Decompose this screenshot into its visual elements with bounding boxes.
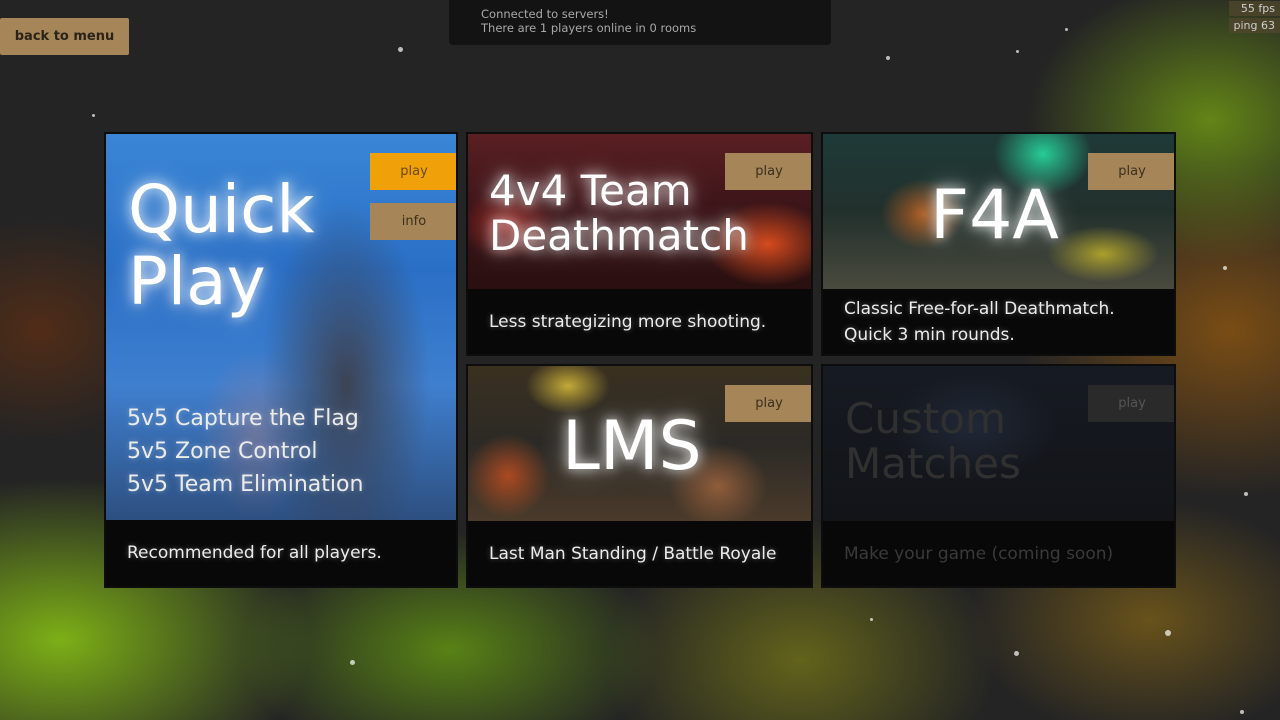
tdm-play-button[interactable]: play — [725, 153, 811, 190]
particle — [886, 56, 890, 60]
custom-title-line2: Matches — [845, 439, 1021, 488]
particle — [870, 618, 873, 621]
fps-counter: 55 fps — [1229, 1, 1280, 16]
quickplay-title-line2: Play — [128, 243, 266, 320]
particle — [1223, 266, 1227, 270]
f4a-description-line1: Classic Free-for-all Deathmatch. — [844, 299, 1115, 319]
custom-matches-title: Custom Matches — [845, 396, 1021, 486]
quickplay-title: Quick Play — [128, 174, 315, 318]
f4a-card[interactable]: F4A play Classic Free-for-all Deathmatch… — [821, 132, 1176, 356]
particle — [1014, 651, 1019, 656]
custom-matches-description: Make your game (coming soon) — [844, 544, 1114, 564]
players-online-status: There are 1 players online in 0 rooms — [481, 21, 697, 35]
particle — [350, 660, 355, 665]
particle — [92, 114, 95, 117]
custom-title-line1: Custom — [845, 394, 1006, 443]
lms-description: Last Man Standing / Battle Royale — [489, 544, 777, 564]
f4a-play-button[interactable]: play — [1088, 153, 1174, 190]
mode-list-item: 5v5 Team Elimination — [127, 472, 364, 497]
custom-matches-card: Custom Matches play Make your game (comi… — [821, 364, 1176, 588]
lms-card[interactable]: LMS play Last Man Standing / Battle Roya… — [466, 364, 813, 588]
particle — [1065, 28, 1068, 31]
quickplay-play-button[interactable]: play — [370, 153, 456, 190]
ping-counter: ping 63 — [1228, 18, 1280, 33]
server-status-panel: Connected to servers! There are 1 player… — [449, 0, 831, 45]
quickplay-description: Recommended for all players. — [127, 543, 382, 563]
back-to-menu-button[interactable]: back to menu — [0, 18, 129, 55]
mode-list-item: 5v5 Capture the Flag — [127, 406, 359, 431]
f4a-title: F4A — [930, 176, 1059, 255]
tdm-card[interactable]: 4v4 Team Deathmatch play Less strategizi… — [466, 132, 813, 356]
quickplay-info-button[interactable]: info — [370, 203, 456, 240]
particle — [1244, 492, 1248, 496]
quickplay-title-line1: Quick — [128, 171, 315, 248]
custom-matches-play-button: play — [1088, 385, 1174, 422]
tdm-title: 4v4 Team Deathmatch — [489, 168, 749, 258]
particle — [1240, 710, 1244, 714]
particle — [1016, 50, 1019, 53]
particle — [1165, 630, 1171, 636]
particle — [398, 47, 403, 52]
lms-title: LMS — [562, 407, 702, 486]
tdm-title-line2: Deathmatch — [489, 211, 749, 260]
lms-play-button[interactable]: play — [725, 385, 811, 422]
quickplay-card[interactable]: Quick Play play info 5v5 Capture the Fla… — [104, 132, 458, 588]
quickplay-mode-list: 5v5 Capture the Flag 5v5 Zone Control 5v… — [127, 402, 363, 501]
f4a-description: Classic Free-for-all Deathmatch. Quick 3… — [844, 296, 1115, 348]
connection-status: Connected to servers! — [481, 7, 609, 21]
tdm-description: Less strategizing more shooting. — [489, 312, 767, 332]
f4a-description-line2: Quick 3 min rounds. — [844, 325, 1015, 345]
mode-list-item: 5v5 Zone Control — [127, 439, 318, 464]
tdm-title-line1: 4v4 Team — [489, 166, 692, 215]
